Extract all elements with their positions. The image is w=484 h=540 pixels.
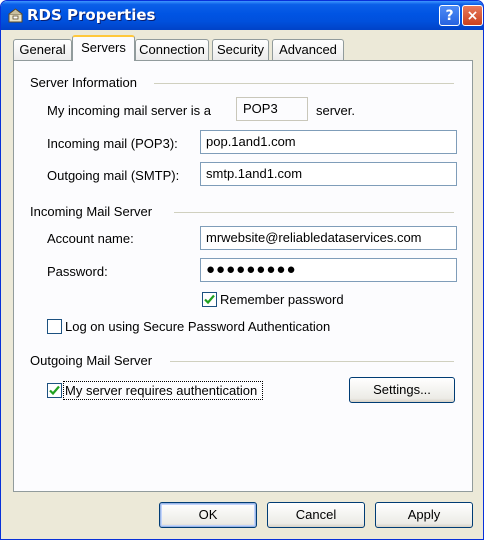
account-name-label: Account name: — [47, 231, 134, 246]
incoming-mail-label: Incoming mail (POP3): — [47, 136, 178, 151]
checkmark-icon — [49, 385, 60, 396]
password-input[interactable]: ●●●●●●●●● — [200, 258, 457, 282]
close-icon: × — [466, 7, 479, 24]
password-label: Password: — [47, 264, 108, 279]
server-info-heading: Server Information — [30, 75, 137, 90]
cancel-button[interactable]: Cancel — [267, 502, 365, 528]
incoming-mail-input[interactable]: pop.1and1.com — [200, 130, 457, 154]
help-button[interactable]: ? — [439, 5, 460, 26]
account-name-input[interactable]: mrwebsite@reliabledataservices.com — [200, 226, 457, 250]
outgoing-mail-label: Outgoing mail (SMTP): — [47, 168, 180, 183]
checkmark-icon — [204, 294, 215, 305]
apply-button[interactable]: Apply — [375, 502, 473, 528]
requires-auth-label[interactable]: My server requires authentication — [65, 383, 257, 398]
tab-general[interactable]: General — [13, 39, 72, 60]
properties-dialog: RDS Properties ? × General Servers Conne… — [0, 0, 484, 540]
mail-account-icon — [8, 8, 23, 23]
divider — [170, 361, 454, 362]
servers-panel: Server Information My incoming mail serv… — [13, 60, 473, 492]
outgoing-mail-input[interactable]: smtp.1and1.com — [200, 162, 457, 186]
title-bar[interactable]: RDS Properties ? × — [1, 1, 483, 30]
spa-label[interactable]: Log on using Secure Password Authenticat… — [65, 319, 330, 334]
divider — [154, 83, 454, 84]
incoming-server-type: POP3 — [236, 97, 308, 121]
tab-connection[interactable]: Connection — [135, 39, 209, 60]
incoming-server-heading: Incoming Mail Server — [30, 204, 153, 219]
window-title: RDS Properties — [27, 6, 156, 24]
close-button[interactable]: × — [462, 5, 483, 26]
tab-security[interactable]: Security — [212, 39, 269, 60]
tab-servers[interactable]: Servers — [72, 35, 135, 61]
tab-advanced[interactable]: Advanced — [272, 39, 344, 60]
remember-password-checkbox[interactable] — [202, 292, 217, 307]
incoming-type-prefix: My incoming mail server is a — [47, 103, 211, 118]
help-icon: ? — [445, 7, 454, 24]
ok-button[interactable]: OK — [159, 502, 257, 528]
spa-checkbox[interactable] — [47, 319, 62, 334]
requires-auth-checkbox[interactable] — [47, 383, 62, 398]
outgoing-server-heading: Outgoing Mail Server — [30, 353, 153, 368]
remember-password-label[interactable]: Remember password — [220, 292, 344, 307]
divider — [174, 212, 454, 213]
incoming-type-suffix: server. — [316, 103, 356, 118]
settings-button[interactable]: Settings... — [349, 377, 455, 403]
